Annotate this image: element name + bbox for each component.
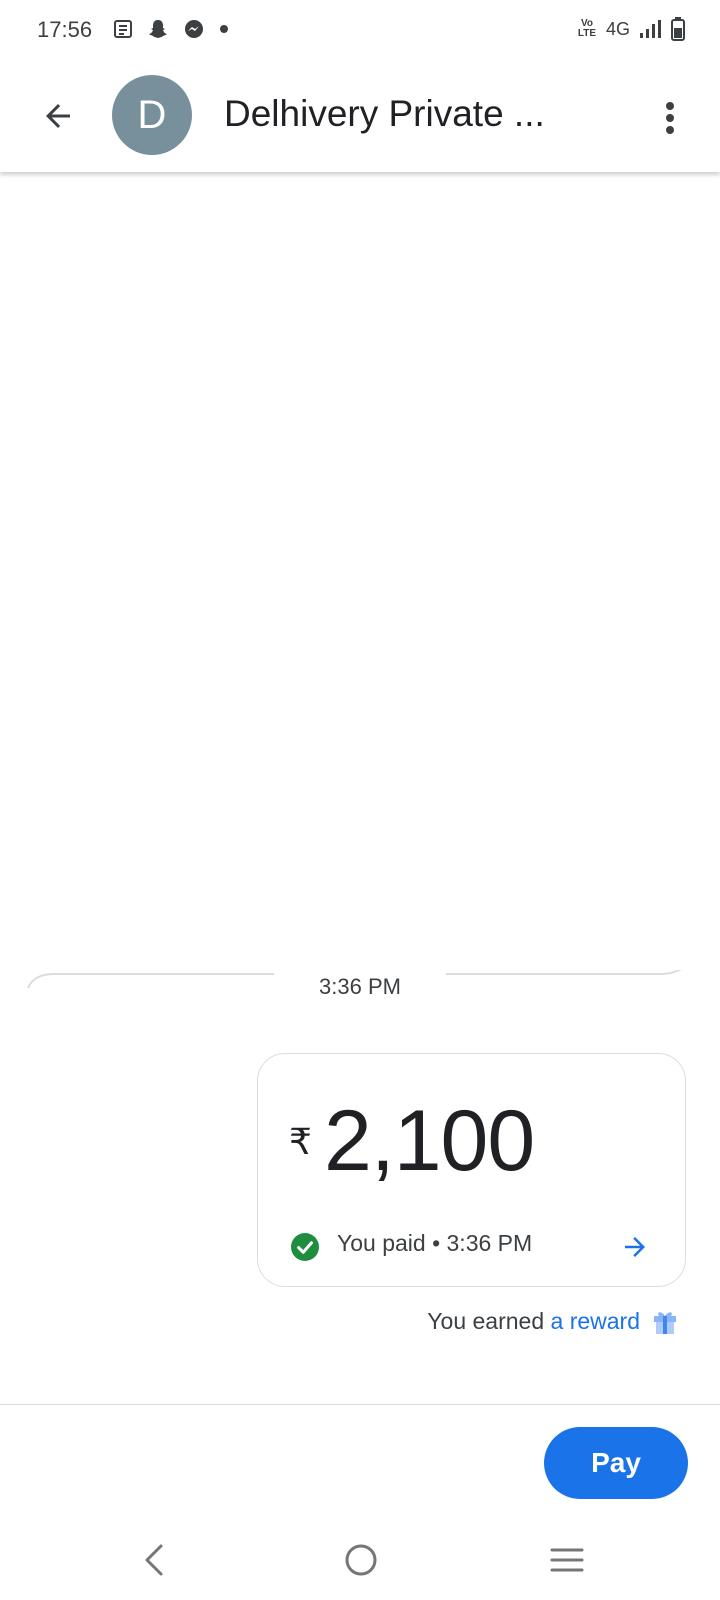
contact-name[interactable]: Delhivery Private ... (224, 93, 545, 135)
nav-back-button[interactable] (124, 1538, 184, 1582)
system-nav-bar (0, 1520, 720, 1600)
avatar-letter: D (137, 92, 167, 137)
payment-status: You paid • 3:36 PM (337, 1230, 533, 1256)
snapchat-icon (149, 20, 167, 38)
dot-icon (220, 25, 228, 33)
back-button[interactable] (30, 88, 86, 144)
gift-icon[interactable] (650, 1306, 680, 1336)
news-icon (114, 20, 132, 38)
volte-label: Vo LTE (577, 18, 597, 39)
signal-icon (640, 20, 661, 38)
recents-nav-icon (550, 1548, 584, 1572)
system-icons: Vo LTE 4G (576, 16, 686, 42)
bottom-divider (0, 1404, 720, 1405)
status-time: 17:56 (37, 17, 93, 42)
battery-icon (671, 17, 685, 41)
arrow-back-icon (46, 104, 70, 128)
pay-button[interactable]: Pay (544, 1427, 688, 1499)
reward-prefix: You earned (427, 1307, 545, 1334)
nav-home-button[interactable] (331, 1538, 391, 1582)
more-options-button[interactable] (646, 90, 694, 146)
messenger-icon (185, 20, 203, 38)
timestamp-label: 3:36 PM (319, 974, 401, 999)
arrow-forward-icon[interactable] (620, 1232, 650, 1262)
avatar[interactable]: D (112, 75, 192, 155)
status-bar: 17:56 Vo LTE 4G (0, 0, 720, 60)
home-nav-icon (345, 1544, 377, 1576)
reward-line: You earned a reward (427, 1306, 680, 1336)
currency-symbol: ₹ (289, 1121, 312, 1162)
reward-link[interactable]: a reward (551, 1308, 640, 1334)
more-vert-icon (666, 102, 674, 134)
payment-card[interactable]: ₹ 2,100 You paid • 3:36 PM (257, 1053, 686, 1287)
payment-amount: 2,100 (324, 1093, 535, 1189)
back-nav-icon (145, 1544, 163, 1576)
check-circle-icon (291, 1233, 319, 1261)
network-type: 4G (605, 18, 630, 39)
nav-recents-button[interactable] (537, 1538, 597, 1582)
app-bar: D Delhivery Private ... (0, 60, 720, 172)
notification-icons (113, 18, 229, 40)
